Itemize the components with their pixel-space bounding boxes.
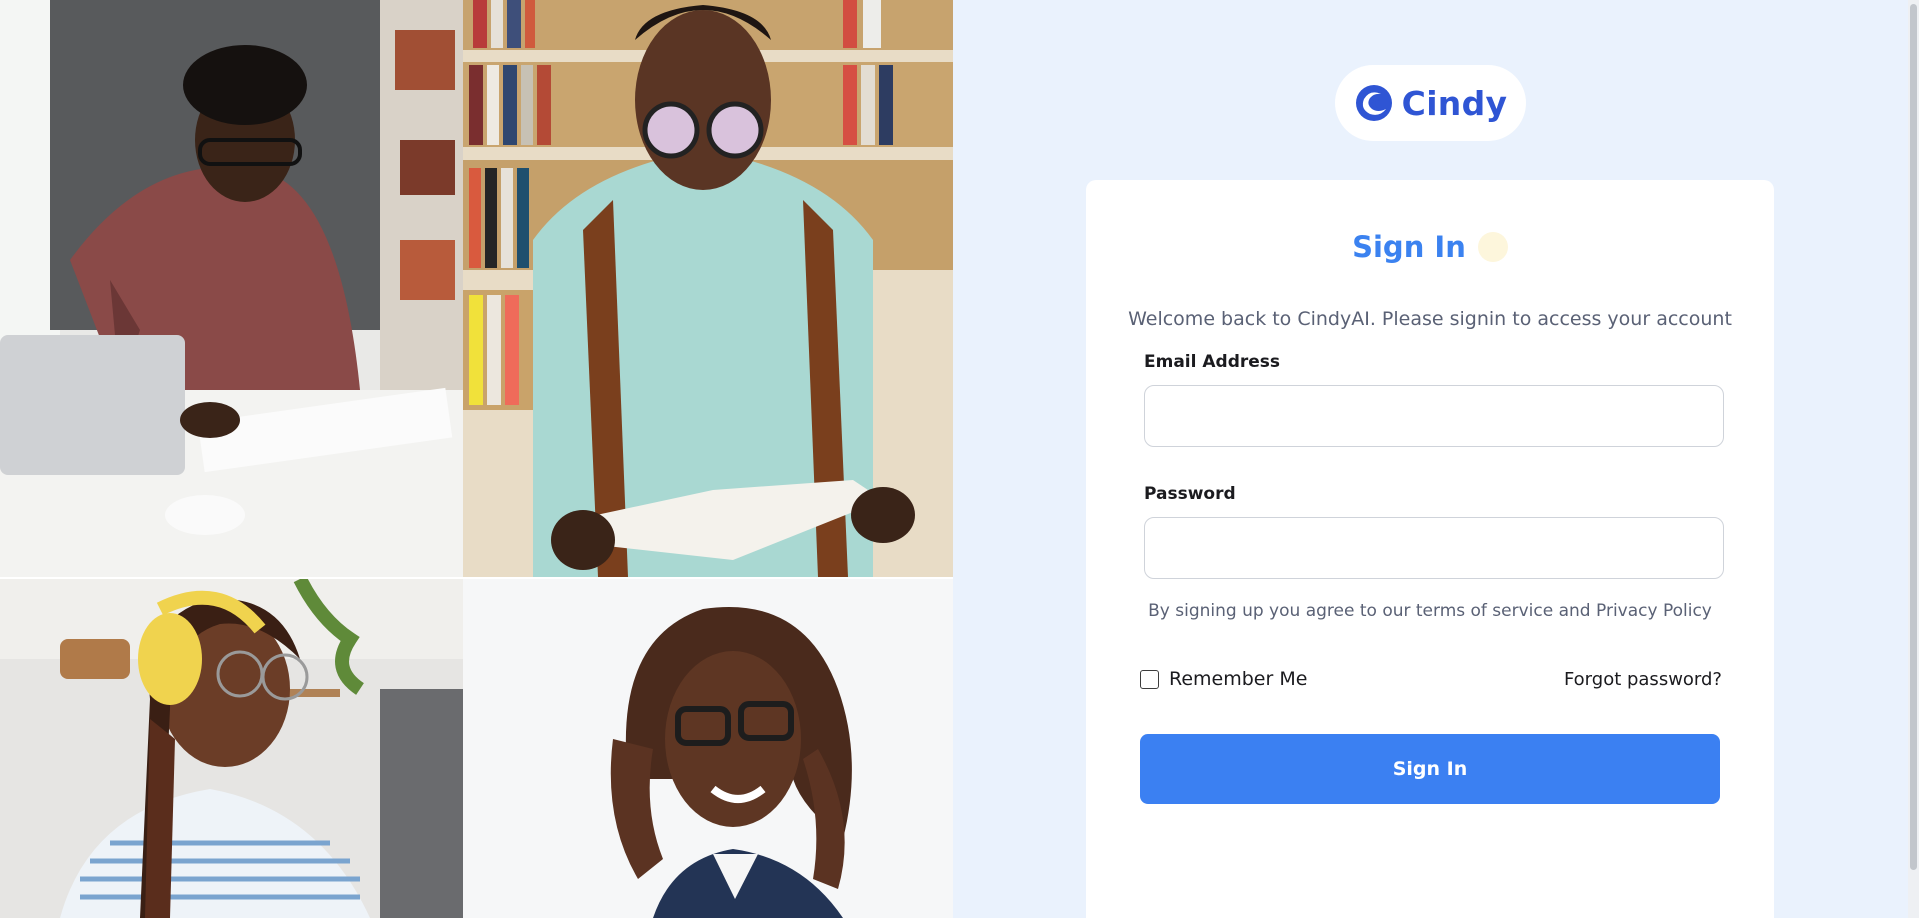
privacy-policy-link[interactable]: Privacy Policy (1596, 601, 1712, 621)
remember-me[interactable]: Remember Me (1140, 668, 1307, 690)
brand-name: Cindy (1401, 83, 1508, 123)
forgot-password-link[interactable]: Forgot password? (1564, 669, 1722, 690)
title-row: Sign In (1086, 230, 1774, 264)
page-title: Sign In (1352, 230, 1466, 264)
photo-woman-smiling-portrait (463, 579, 953, 918)
email-field[interactable] (1144, 385, 1724, 447)
terms-text: By signing up you agree to our terms of … (1086, 601, 1774, 621)
decorative-dot (1477, 232, 1508, 262)
signin-card: Sign In Welcome back to CindyAI. Please … (1086, 180, 1774, 918)
photo-man-reading-book-in-library (463, 0, 953, 577)
remember-me-checkbox[interactable] (1140, 669, 1159, 689)
signin-button[interactable]: Sign In (1140, 734, 1720, 804)
terms-prefix: By signing up you agree to our terms of … (1148, 601, 1596, 621)
signin-panel: Cindy Sign In Welcome back to CindyAI. P… (953, 0, 1919, 918)
photo-woman-with-headphones (0, 579, 463, 918)
page-scrollbar[interactable] (1908, 0, 1919, 918)
welcome-text: Welcome back to CindyAI. Please signin t… (1128, 308, 1732, 330)
remember-me-label[interactable]: Remember Me (1169, 668, 1307, 690)
email-label: Email Address (1144, 352, 1281, 372)
cindy-wave-logo-icon (1355, 85, 1392, 121)
scrollbar-thumb[interactable] (1910, 4, 1917, 870)
password-field[interactable] (1144, 517, 1724, 579)
brand-logo[interactable]: Cindy (1335, 65, 1526, 141)
photo-mosaic (0, 0, 953, 918)
password-label: Password (1144, 484, 1236, 504)
photo-man-writing-at-desk (0, 0, 463, 577)
